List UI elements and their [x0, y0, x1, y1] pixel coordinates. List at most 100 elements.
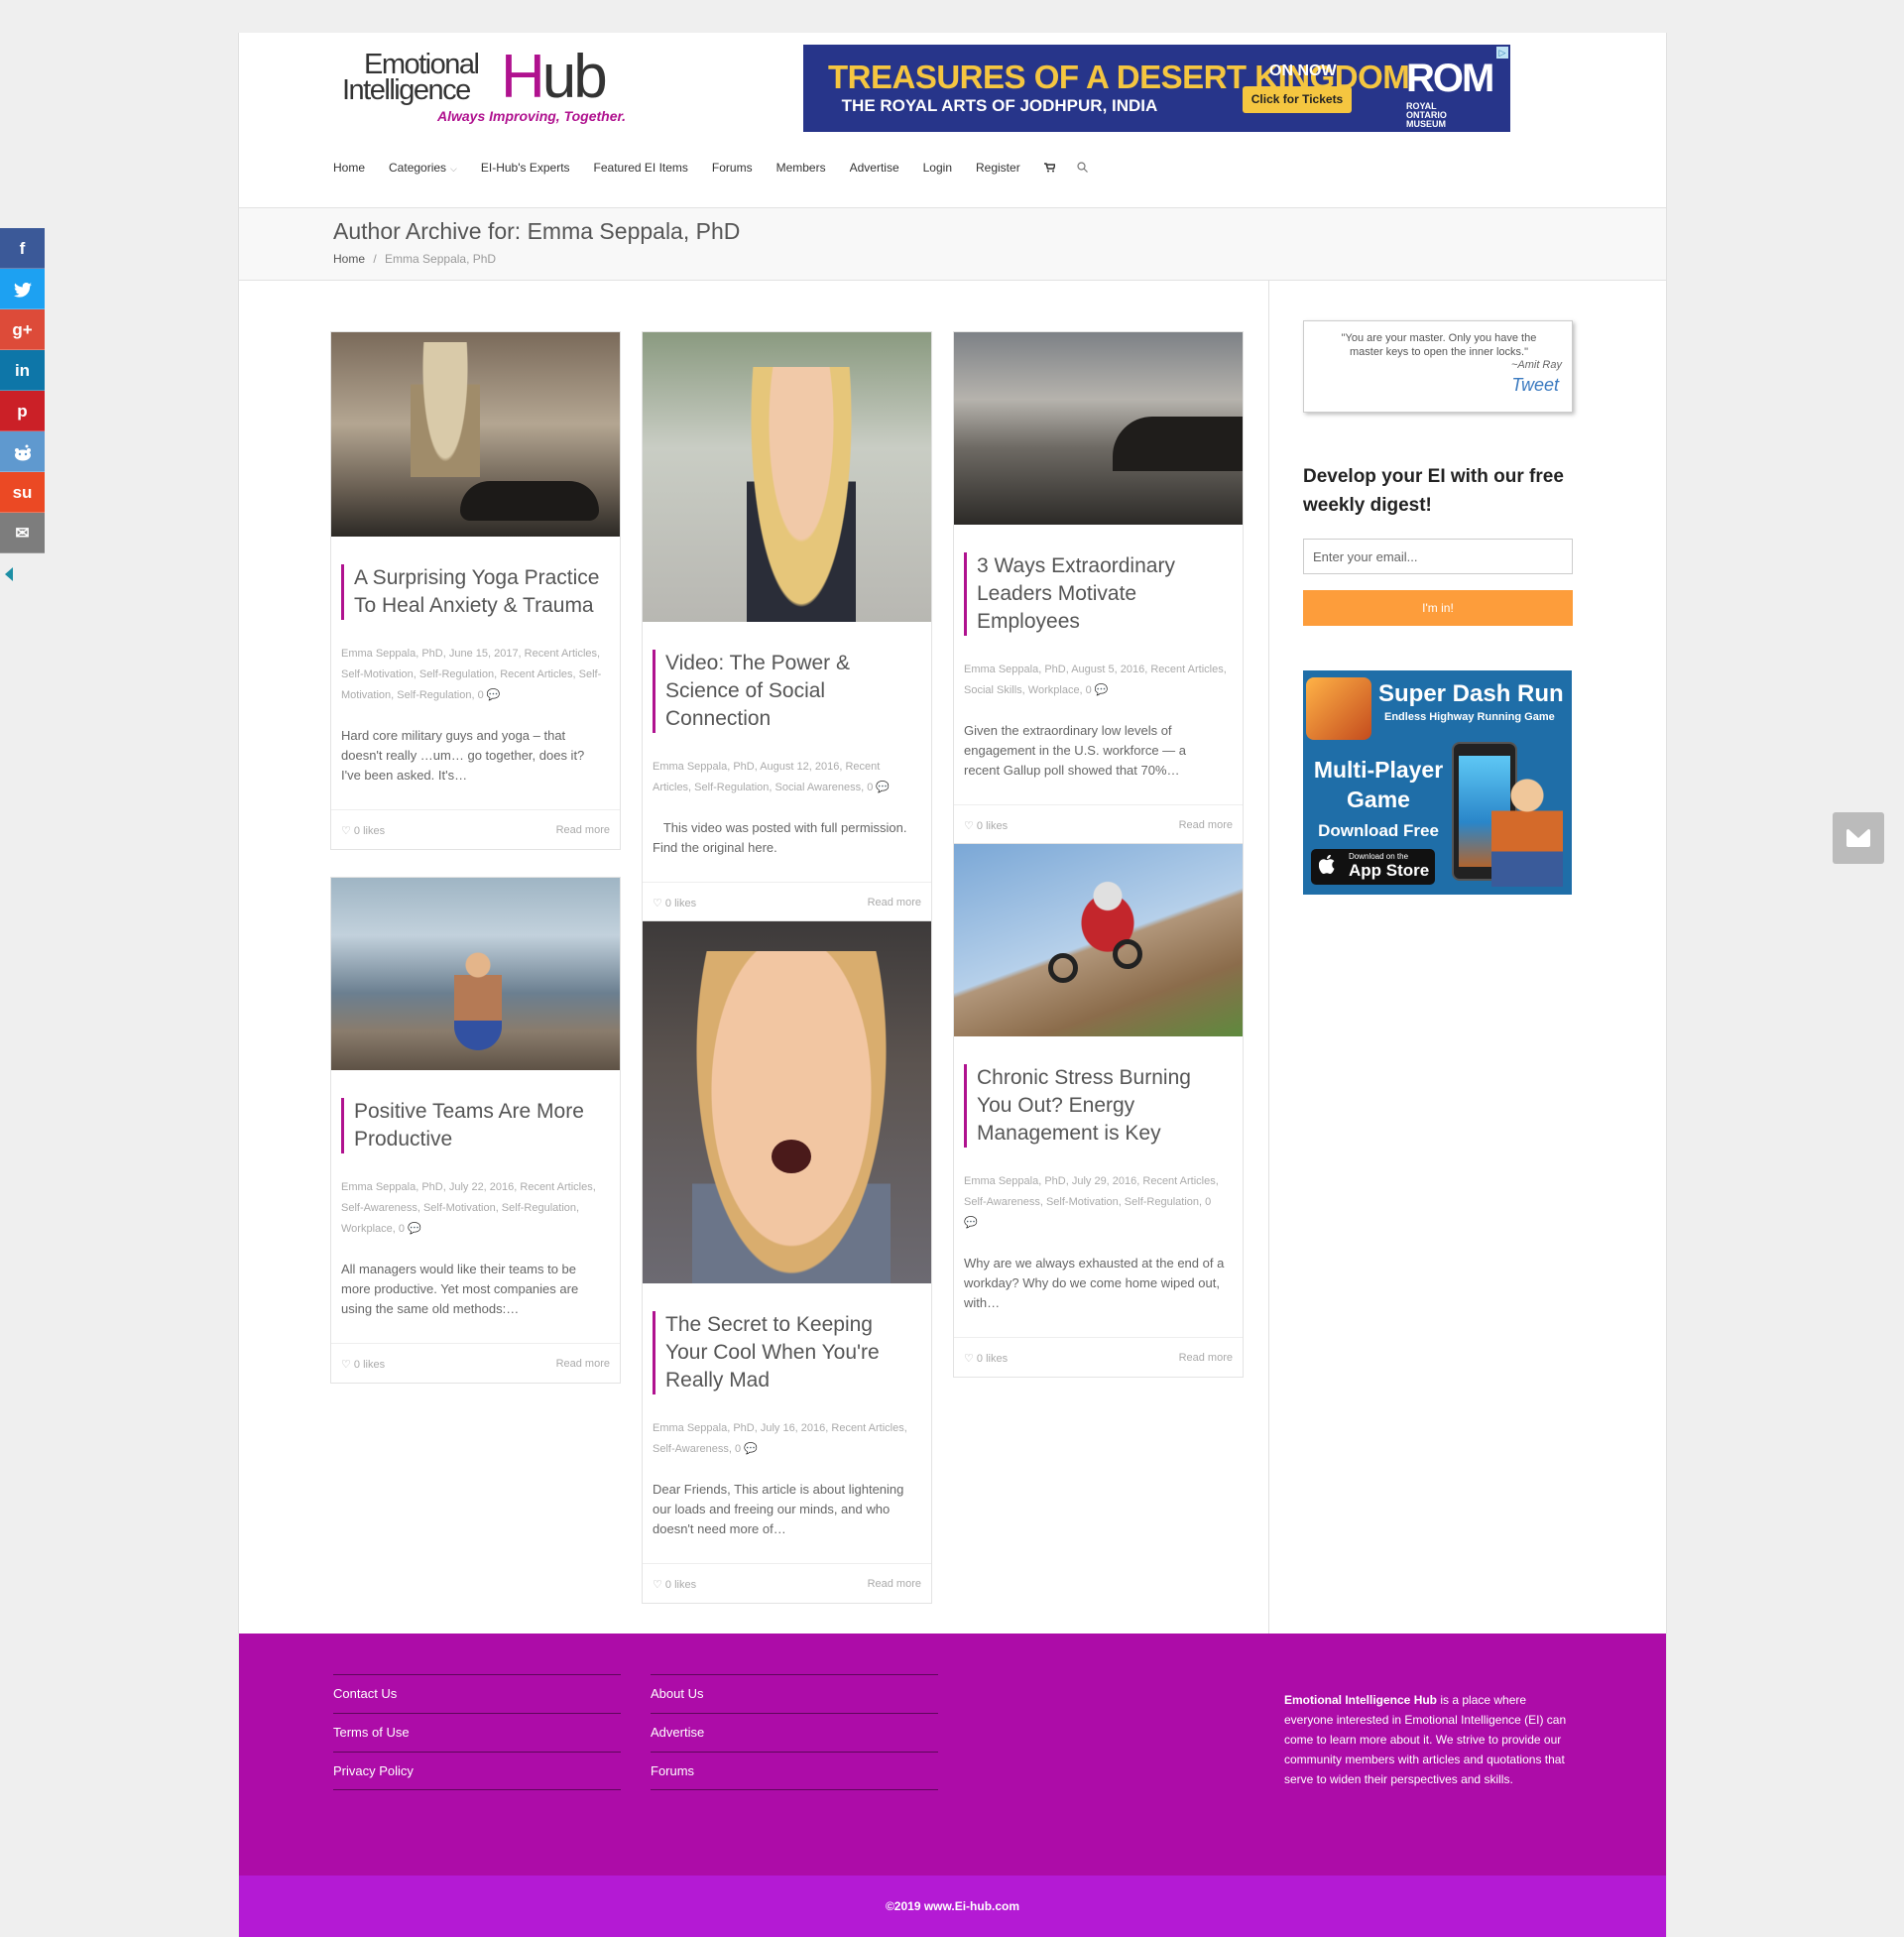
post-title[interactable]: The Secret to Keeping Your Cool When You… — [653, 1311, 931, 1394]
adchoices-icon[interactable]: ▷ — [1496, 47, 1508, 59]
post-excerpt: All managers would like their teams to b… — [341, 1262, 579, 1316]
nav-login[interactable]: Login — [923, 158, 952, 178]
post-thumbnail-motocross[interactable] — [954, 844, 1243, 1036]
subscribe-button[interactable]: I'm in! — [1303, 590, 1573, 626]
read-more-link[interactable]: Read more — [868, 897, 921, 908]
post-title[interactable]: 3 Ways Extraordinary Leaders Motivate Em… — [964, 552, 1243, 636]
linkedin-share-icon[interactable]: in — [0, 350, 45, 391]
title-bar: Author Archive for: Emma Seppala, PhD Ho… — [239, 208, 1666, 281]
post-meta: Emma Seppala, PhD, August 5, 2016, Recen… — [964, 664, 1227, 696]
breadcrumb-home[interactable]: Home — [333, 252, 365, 266]
facebook-share-icon[interactable]: f — [0, 228, 45, 269]
apple-icon — [1318, 854, 1335, 880]
post-excerpt: Hard core military guys and yoga – that … — [341, 728, 585, 783]
contact-mail-button[interactable] — [1833, 812, 1884, 864]
footer-about-bold: Emotional Intelligence Hub — [1284, 1693, 1438, 1707]
envelope-icon — [1846, 829, 1870, 847]
twitter-share-icon[interactable] — [0, 269, 45, 309]
google-plus-share-icon[interactable]: g+ — [0, 309, 45, 350]
post-card: Positive Teams Are More Productive Emma … — [330, 877, 621, 1384]
nav-forums[interactable]: Forums — [712, 158, 753, 178]
email-input[interactable] — [1303, 539, 1573, 574]
post-thumbnail-cliff[interactable] — [954, 332, 1243, 525]
nav-categories[interactable]: Categories ⌵ — [389, 158, 457, 178]
footer-link-about[interactable]: About Us — [651, 1674, 938, 1713]
read-more-link[interactable]: Read more — [1179, 1352, 1233, 1364]
ad-cta-button[interactable]: Click for Tickets — [1243, 86, 1352, 113]
app-store-button[interactable]: Download on the App Store — [1311, 849, 1435, 885]
cart-icon[interactable] — [1043, 158, 1056, 178]
read-more-link[interactable]: Read more — [556, 1358, 610, 1370]
post-footer: ♡ 0 likes Read more — [331, 809, 620, 849]
page-title: Author Archive for: Emma Seppala, PhD — [333, 218, 741, 244]
breadcrumb-current: Emma Seppala, PhD — [385, 252, 497, 266]
main-nav: Home Categories ⌵ EI-Hub's Experts Featur… — [333, 158, 1110, 178]
breadcrumb: Home / Emma Seppala, PhD — [333, 252, 496, 266]
post-title[interactable]: Video: The Power & Science of Social Con… — [653, 650, 931, 733]
post-thumbnail-meditation[interactable] — [331, 878, 620, 1070]
post-footer: ♡ 0 likes Read more — [331, 1343, 620, 1383]
quote-author: ~Amit Ray — [1510, 359, 1562, 371]
site-logo[interactable]: Emotional Intelligence Hub Always Improv… — [342, 45, 630, 125]
like-button[interactable]: ♡ 0 likes — [964, 819, 1008, 832]
tweet-link[interactable]: Tweet — [1511, 375, 1559, 396]
app-ad-banner[interactable]: Super Dash Run Endless Highway Running G… — [1303, 670, 1572, 895]
hide-share-arrow-icon[interactable] — [5, 567, 13, 581]
nav-experts[interactable]: EI-Hub's Experts — [481, 158, 570, 178]
stumbleupon-share-icon[interactable]: su — [0, 472, 45, 513]
copyright: ©2019 www.Ei-hub.com — [239, 1876, 1666, 1937]
footer-link-advertise[interactable]: Advertise — [651, 1713, 938, 1752]
app-ad-name: Super Dash Run — [1378, 680, 1564, 707]
footer-link-contact[interactable]: Contact Us — [333, 1674, 621, 1713]
email-share-icon[interactable]: ✉ — [0, 513, 45, 553]
read-more-link[interactable]: Read more — [556, 824, 610, 836]
nav-featured[interactable]: Featured EI Items — [594, 158, 688, 178]
like-button[interactable]: ♡ 0 likes — [341, 824, 385, 837]
app-ad-sub: Endless Highway Running Game — [1384, 711, 1555, 723]
nav-register[interactable]: Register — [976, 158, 1020, 178]
like-button[interactable]: ♡ 0 likes — [964, 1352, 1008, 1365]
character-image — [1491, 770, 1563, 887]
post-footer: ♡ 0 likes Read more — [643, 1563, 931, 1603]
post-card: A Surprising Yoga Practice To Heal Anxie… — [330, 331, 621, 850]
post-title[interactable]: Positive Teams Are More Productive — [341, 1098, 620, 1153]
post-excerpt: This video was posted with full permissi… — [653, 820, 911, 855]
post-card: The Secret to Keeping Your Cool When You… — [642, 920, 932, 1604]
search-icon[interactable] — [1077, 158, 1088, 178]
header-ad-banner[interactable]: TREASURES OF A DESERT KINGDOM THE ROYAL … — [803, 45, 1510, 132]
post-thumbnail-child[interactable] — [643, 921, 931, 1283]
post-meta: Emma Seppala, PhD, August 12, 2016, Rece… — [653, 761, 891, 793]
pinterest-share-icon[interactable]: p — [0, 391, 45, 431]
footer-link-forums[interactable]: Forums — [651, 1752, 938, 1790]
like-button[interactable]: ♡ 0 likes — [341, 1358, 385, 1371]
post-excerpt: Given the extraordinary low levels of en… — [964, 723, 1187, 778]
post-title[interactable]: A Surprising Yoga Practice To Heal Anxie… — [341, 564, 620, 620]
sidebar-divider — [1268, 281, 1269, 1634]
nav-members[interactable]: Members — [776, 158, 826, 178]
nav-advertise[interactable]: Advertise — [850, 158, 899, 178]
read-more-link[interactable]: Read more — [1179, 819, 1233, 831]
logo-tagline: Always Improving, Together. — [437, 108, 627, 124]
app-ad-multiplayer: Multi-Player Game — [1313, 757, 1444, 812]
footer: Contact Us Terms of Use Privacy Policy A… — [239, 1634, 1666, 1876]
post-meta: Emma Seppala, PhD, July 16, 2016, Recent… — [653, 1422, 907, 1455]
post-title[interactable]: Chronic Stress Burning You Out? Energy M… — [964, 1064, 1243, 1148]
post-thumbnail-portrait[interactable] — [643, 332, 931, 622]
app-store-big: App Store — [1349, 861, 1430, 880]
app-icon — [1306, 677, 1371, 740]
footer-about-text: is a place where everyone interested in … — [1284, 1693, 1567, 1786]
post-card: 3 Ways Extraordinary Leaders Motivate Em… — [953, 331, 1244, 845]
like-button[interactable]: ♡ 0 likes — [653, 1578, 696, 1591]
page-wrapper: Emotional Intelligence Hub Always Improv… — [238, 33, 1667, 1937]
like-button[interactable]: ♡ 0 likes — [653, 897, 696, 909]
read-more-link[interactable]: Read more — [868, 1578, 921, 1590]
reddit-share-icon[interactable] — [0, 431, 45, 472]
post-thumbnail-soldier[interactable] — [331, 332, 620, 537]
chevron-down-icon: ⌵ — [450, 164, 457, 174]
footer-link-terms[interactable]: Terms of Use — [333, 1713, 621, 1752]
post-card: Video: The Power & Science of Social Con… — [642, 331, 932, 922]
nav-home[interactable]: Home — [333, 158, 365, 178]
footer-link-privacy[interactable]: Privacy Policy — [333, 1752, 621, 1790]
ad-on-now: ON NOW — [1269, 62, 1337, 79]
post-footer: ♡ 0 likes Read more — [954, 1337, 1243, 1377]
